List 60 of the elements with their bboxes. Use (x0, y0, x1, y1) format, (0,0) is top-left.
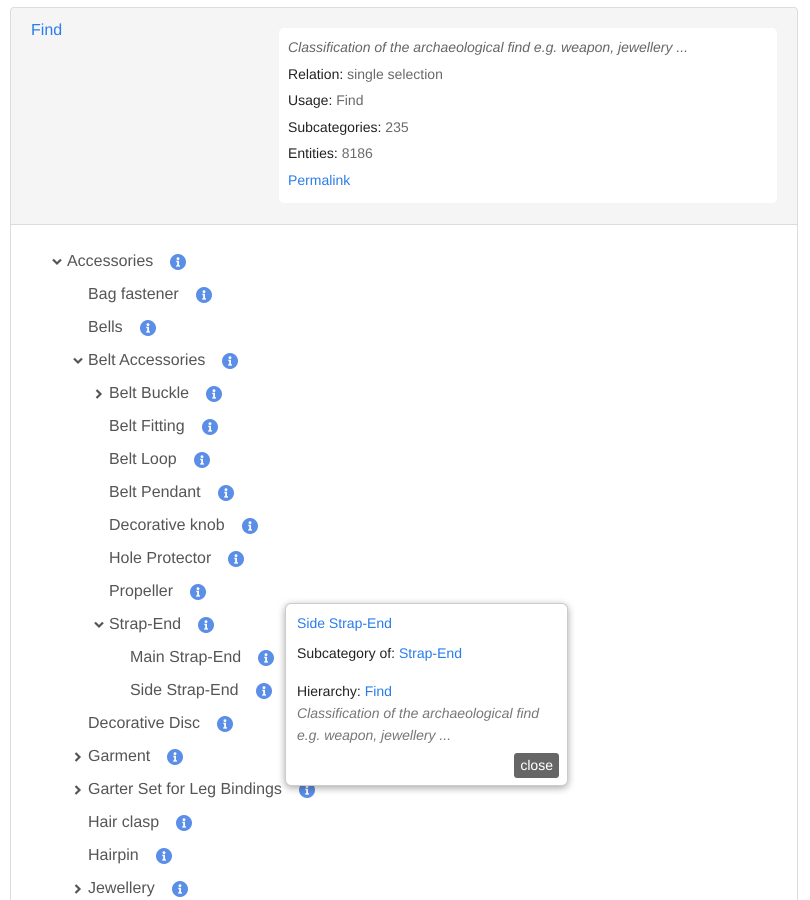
info-icon[interactable] (217, 716, 234, 732)
tree-item[interactable]: Hole Protector (109, 549, 212, 568)
hierarchy-label: Hierarchy: (297, 683, 361, 699)
tree-item[interactable]: Jewellery (88, 879, 155, 898)
info-icon[interactable] (167, 748, 184, 764)
info-icon[interactable] (156, 848, 172, 864)
category-title-link[interactable]: Find (31, 21, 62, 41)
tree-item[interactable]: Main Strap-End (130, 648, 242, 667)
tree-item[interactable]: Hair clasp (88, 813, 160, 832)
tree-item[interactable]: Decorative knob (109, 516, 225, 535)
info-icon[interactable] (228, 550, 244, 566)
subcategory-label: Subcategory of: (297, 645, 396, 661)
chevron-right-icon[interactable] (73, 784, 83, 794)
hierarchy-link[interactable]: Find (364, 683, 392, 699)
detail-line: Entities: 8186 (288, 144, 374, 163)
tree-item[interactable]: Belt Loop (109, 450, 177, 469)
info-icon[interactable] (140, 320, 156, 336)
info-icon[interactable] (176, 814, 192, 830)
tree-item[interactable]: Belt Buckle (109, 384, 190, 403)
info-icon[interactable] (194, 452, 210, 468)
info-icon[interactable] (172, 880, 188, 896)
category-description: Classification of the archaeological find e.g. weapon, jewellery ... (288, 38, 689, 57)
info-icon[interactable] (170, 254, 186, 270)
info-icon[interactable] (190, 584, 206, 600)
tree-item[interactable]: Accessories (67, 252, 154, 271)
tree-item[interactable]: Side Strap-End (130, 681, 239, 700)
detail-line: Relation: single selection (288, 64, 444, 84)
detail-line: Subcategories: 235 (288, 118, 410, 137)
tree-item[interactable]: Propeller (109, 582, 174, 601)
chevron-right-icon[interactable] (94, 388, 104, 398)
tree-item[interactable]: Bag fastener (88, 285, 179, 304)
info-icon[interactable] (218, 484, 234, 500)
info-icon[interactable] (242, 518, 258, 534)
parent-category-link[interactable]: Strap-End (398, 645, 462, 661)
tree-item[interactable]: Garment (88, 747, 150, 766)
tree-item[interactable]: Garter Set for Leg Bindings (88, 780, 282, 799)
tree-item[interactable]: Hairpin (88, 846, 139, 865)
info-icon[interactable] (202, 418, 218, 434)
tree-item[interactable]: Strap-End (109, 615, 182, 634)
tree-item[interactable]: Belt Accessories (88, 351, 206, 370)
info-icon[interactable] (196, 286, 212, 302)
chevron-down-icon[interactable] (73, 356, 83, 366)
info-icon[interactable] (198, 616, 214, 632)
info-icon[interactable] (206, 386, 222, 402)
chevron-right-icon[interactable] (73, 752, 83, 762)
info-icon[interactable] (258, 650, 274, 666)
tree-item[interactable]: Belt Pendant (109, 483, 201, 502)
popover-title-link[interactable]: Side Strap-End (297, 615, 392, 631)
tree-item[interactable]: Belt Fitting (109, 417, 185, 436)
permalink-link[interactable]: Permalink (288, 172, 350, 188)
chevron-down-icon[interactable] (94, 620, 104, 630)
tree-item[interactable]: Bells (88, 318, 123, 337)
chevron-down-icon[interactable] (52, 256, 62, 266)
detail-line: Usage: Find (288, 91, 364, 110)
info-icon[interactable] (256, 682, 272, 698)
hierarchy-description: Classification of the archaeological find e.g. weapon, jewellery ... (297, 704, 540, 745)
tree-item[interactable]: Decorative Disc (88, 714, 200, 733)
close-button[interactable]: close (514, 753, 559, 778)
chevron-right-icon[interactable] (73, 884, 83, 894)
info-icon[interactable] (222, 352, 238, 368)
